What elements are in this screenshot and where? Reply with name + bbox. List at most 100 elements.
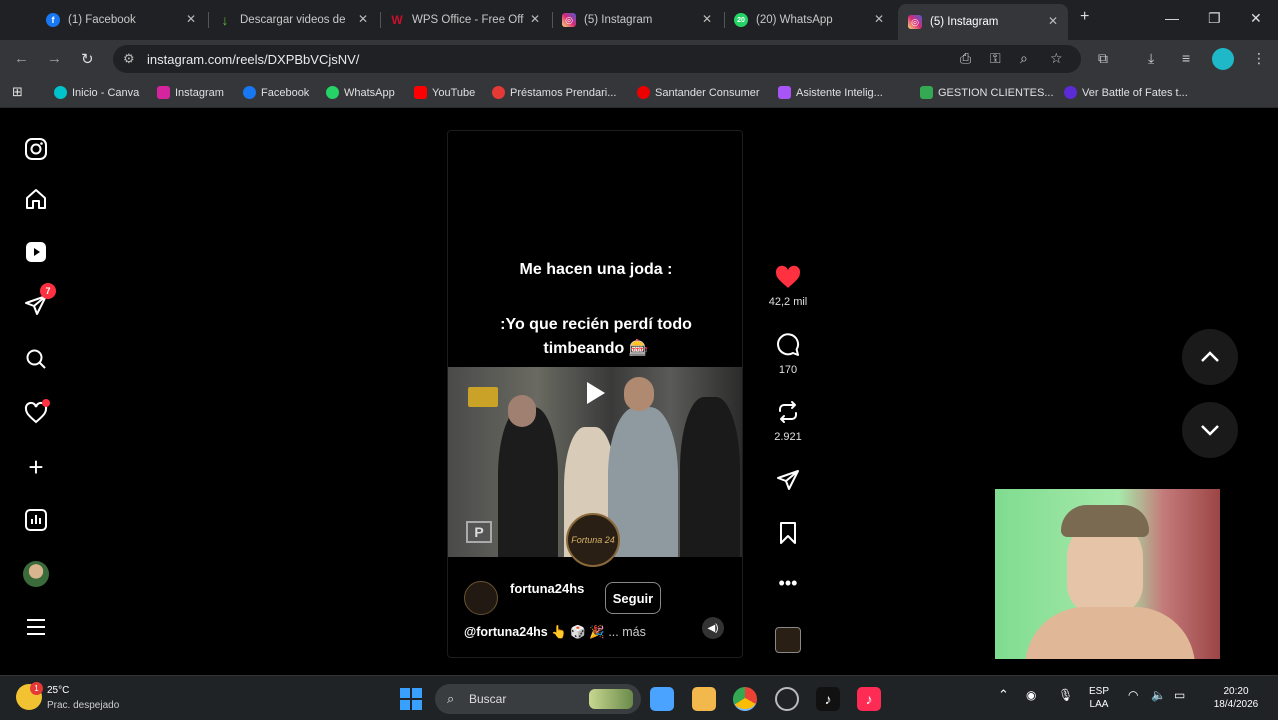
bookmark-youtube[interactable]: YouTube bbox=[414, 86, 475, 99]
repost-action[interactable]: 2.921 bbox=[760, 400, 816, 443]
chrome-icon[interactable] bbox=[733, 687, 757, 711]
bookmark-label: YouTube bbox=[432, 86, 476, 99]
tab-whatsapp[interactable]: 20 (20) WhatsApp ✕ bbox=[724, 6, 894, 34]
reels-icon[interactable] bbox=[22, 238, 50, 266]
more-menu-icon[interactable] bbox=[22, 613, 50, 641]
close-icon[interactable]: ✕ bbox=[530, 12, 540, 26]
previous-reel-button[interactable] bbox=[1182, 329, 1238, 385]
instagram-logo-icon[interactable] bbox=[22, 135, 50, 163]
bookmark-prestamos[interactable]: Préstamos Prendari... bbox=[492, 86, 616, 99]
video-person-head bbox=[508, 395, 536, 427]
bookmark-santander[interactable]: Santander Consumer bbox=[637, 86, 760, 99]
bookmark-star-icon[interactable]: ☆ bbox=[1050, 50, 1063, 67]
minimize-icon[interactable]: — bbox=[1165, 10, 1179, 26]
home-icon[interactable] bbox=[22, 185, 50, 213]
bookmark-gestion-clientes[interactable]: GESTION CLIENTES... bbox=[920, 86, 1054, 99]
store-icon[interactable] bbox=[650, 687, 674, 711]
new-tab-icon[interactable]: + bbox=[1080, 8, 1089, 26]
forward-arrow-icon[interactable]: → bbox=[47, 50, 62, 67]
video-person-head bbox=[624, 377, 654, 411]
bookmark-canva[interactable]: Inicio - Canva bbox=[54, 86, 139, 99]
tray-app-icon[interactable]: ◉ bbox=[1026, 689, 1036, 702]
bookmark-icon[interactable] bbox=[777, 521, 799, 545]
dashboard-icon[interactable] bbox=[22, 506, 50, 534]
author-avatar[interactable] bbox=[464, 581, 498, 615]
close-icon[interactable]: ✕ bbox=[358, 12, 368, 26]
reel-player[interactable]: Me hacen una joda : :Yo que recién perdí… bbox=[447, 130, 743, 658]
create-plus-icon[interactable]: + bbox=[22, 452, 50, 482]
comment-icon[interactable] bbox=[776, 333, 800, 357]
address-bar[interactable]: ⚙ instagram.com/reels/DXPBbVCjsNV/ bbox=[113, 45, 1081, 73]
language-indicator[interactable]: ESP LAA bbox=[1089, 685, 1109, 711]
profile-avatar[interactable] bbox=[22, 560, 50, 588]
tab-descargar-videos[interactable]: ↓ Descargar videos de ✕ bbox=[208, 6, 378, 34]
tray-chevron-up-icon[interactable]: ⌃ bbox=[998, 688, 1009, 701]
install-app-icon[interactable]: ⎙ bbox=[960, 50, 971, 67]
tiktok-studio-icon[interactable]: ♪ bbox=[857, 687, 881, 711]
apps-grid-icon[interactable]: ⊞ bbox=[12, 84, 23, 100]
next-reel-button[interactable] bbox=[1182, 402, 1238, 458]
bookmark-battle-of-fates[interactable]: Ver Battle of Fates t... bbox=[1064, 86, 1188, 99]
more-link[interactable]: ... más bbox=[608, 625, 646, 639]
speaker-icon[interactable]: 🔈 bbox=[1151, 689, 1166, 702]
windows-start-icon[interactable] bbox=[399, 687, 423, 711]
share-action[interactable] bbox=[760, 468, 816, 497]
microphone-icon[interactable]: 🎙 bbox=[1058, 689, 1073, 702]
address-url: instagram.com/reels/DXPBbVCjsNV/ bbox=[147, 51, 360, 67]
share-icon[interactable] bbox=[776, 468, 800, 492]
author-username[interactable]: fortuna24hs bbox=[510, 581, 590, 597]
messages-badge: 7 bbox=[40, 283, 56, 299]
close-icon[interactable]: ✕ bbox=[874, 12, 884, 26]
like-action[interactable]: 42,2 mil bbox=[760, 265, 816, 308]
tab-facebook[interactable]: f (1) Facebook ✕ bbox=[36, 6, 206, 34]
language-bottom: LAA bbox=[1089, 699, 1109, 710]
volume-icon[interactable]: ◀) bbox=[702, 617, 724, 639]
battery-icon[interactable]: ▭ bbox=[1174, 689, 1185, 702]
clock[interactable]: 20:20 18/4/2026 bbox=[1206, 685, 1266, 711]
follow-button[interactable]: Seguir bbox=[605, 582, 661, 614]
reload-icon[interactable]: ↻ bbox=[81, 50, 94, 68]
whatsapp-icon: 20 bbox=[734, 13, 748, 27]
back-arrow-icon[interactable]: ← bbox=[14, 50, 29, 67]
comment-action[interactable]: 170 bbox=[760, 333, 816, 376]
more-options-icon[interactable]: ••• bbox=[760, 573, 816, 594]
taskbar-search[interactable]: ⌕ Buscar bbox=[435, 684, 641, 714]
repost-icon[interactable] bbox=[776, 400, 800, 424]
santander-icon bbox=[637, 86, 650, 99]
extensions-icon[interactable]: ⧉ bbox=[1098, 50, 1108, 67]
instagram-icon: ◎ bbox=[908, 15, 922, 29]
asistente-icon bbox=[778, 86, 791, 99]
search-icon[interactable] bbox=[22, 345, 50, 373]
media-control-icon[interactable]: ≡ bbox=[1182, 50, 1190, 66]
window-close-icon[interactable]: ✕ bbox=[1250, 10, 1262, 27]
bookmark-asistente[interactable]: Asistente Intelig... bbox=[778, 86, 883, 99]
close-icon[interactable]: ✕ bbox=[186, 12, 196, 26]
zoom-icon[interactable]: ⌕ bbox=[1020, 50, 1028, 67]
restore-icon[interactable]: ❐ bbox=[1208, 10, 1221, 27]
audio-thumbnail[interactable] bbox=[760, 627, 816, 653]
play-icon[interactable] bbox=[578, 377, 610, 409]
tab-instagram[interactable]: ◎ (5) Instagram ✕ bbox=[552, 6, 722, 34]
bookmark-instagram[interactable]: Instagram bbox=[157, 86, 224, 99]
heart-filled-icon[interactable] bbox=[775, 265, 801, 289]
site-settings-icon[interactable]: ⚙ bbox=[123, 51, 135, 67]
notifications-heart-icon[interactable] bbox=[22, 399, 50, 427]
bookmark-whatsapp[interactable]: WhatsApp bbox=[326, 86, 395, 99]
obs-icon[interactable] bbox=[775, 687, 799, 711]
menu-dots-icon[interactable]: ⋮ bbox=[1252, 50, 1266, 67]
password-key-icon[interactable]: ⚿ bbox=[990, 50, 1001, 67]
tiktok-icon[interactable]: ♪ bbox=[816, 687, 840, 711]
close-icon[interactable]: ✕ bbox=[702, 12, 712, 26]
weather-icon[interactable]: 1 bbox=[16, 682, 43, 710]
profile-avatar-icon[interactable] bbox=[1212, 48, 1234, 70]
file-explorer-icon[interactable] bbox=[692, 687, 716, 711]
downloads-icon[interactable]: ⤓ bbox=[1148, 50, 1154, 67]
messages-icon[interactable]: 7 bbox=[22, 283, 56, 319]
save-action[interactable] bbox=[760, 521, 816, 550]
wifi-icon[interactable]: ◠ bbox=[1128, 689, 1138, 702]
bookmark-facebook[interactable]: Facebook bbox=[243, 86, 309, 99]
tab-wps-office[interactable]: W WPS Office - Free Off ✕ bbox=[380, 6, 550, 34]
tab-instagram-active[interactable]: ◎ (5) Instagram ✕ bbox=[898, 4, 1068, 40]
close-icon[interactable]: ✕ bbox=[1048, 14, 1058, 28]
bookmark-label: Instagram bbox=[175, 86, 224, 99]
